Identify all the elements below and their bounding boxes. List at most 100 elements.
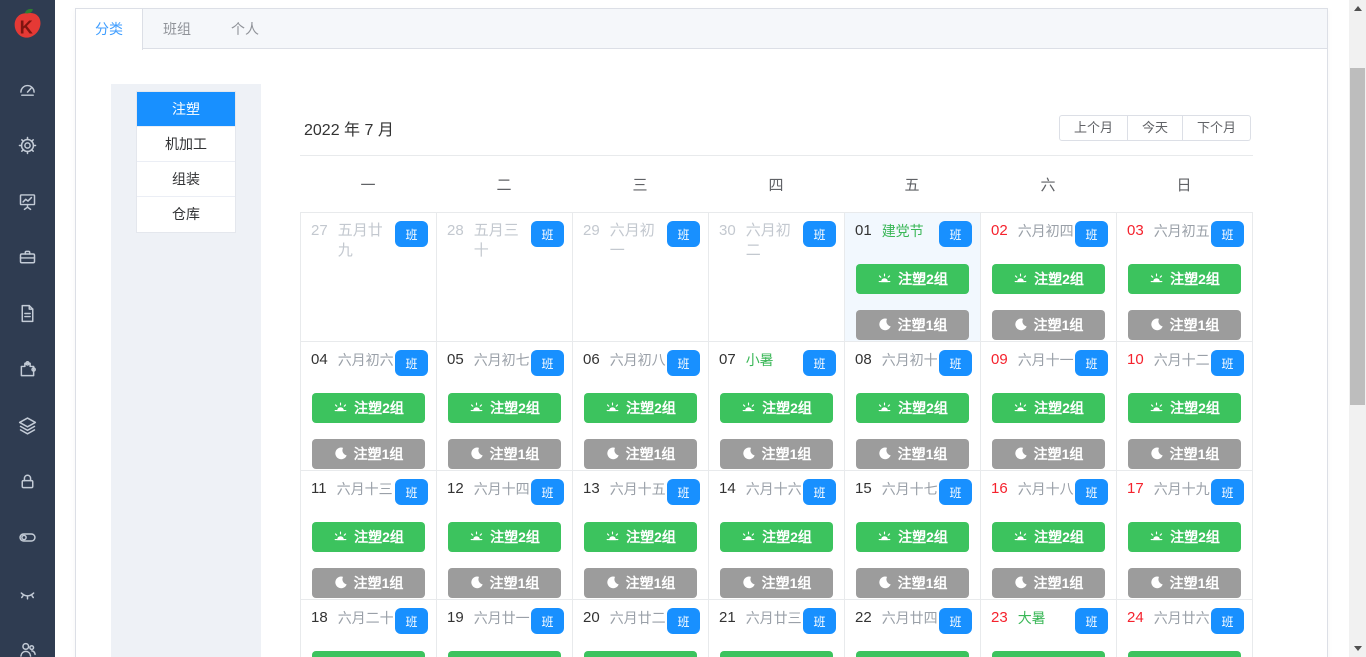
workday-badge[interactable]: 班: [531, 350, 564, 376]
day-shift-button[interactable]: 注塑2组: [992, 522, 1105, 552]
night-shift-button[interactable]: 注塑1组: [856, 439, 969, 469]
calendar-cell[interactable]: 20六月廿二班注塑2组注塑1组: [573, 600, 709, 657]
workday-badge[interactable]: 班: [939, 221, 972, 247]
calendar-cell[interactable]: 17 六月十九班注塑2组 注塑1组: [1117, 471, 1253, 600]
prev-month-button[interactable]: 上个月: [1058, 115, 1128, 141]
night-shift-button[interactable]: 注塑1组: [720, 439, 833, 469]
day-shift-button[interactable]: 注塑2组: [312, 651, 425, 657]
calendar-cell[interactable]: 27 五月廿九班: [301, 213, 437, 342]
day-shift-button[interactable]: 注塑2组: [992, 264, 1105, 294]
day-shift-button[interactable]: 注塑2组: [584, 522, 697, 552]
monitor-chart-icon[interactable]: [0, 173, 55, 229]
workday-badge[interactable]: 班: [1075, 350, 1108, 376]
workday-badge[interactable]: 班: [395, 608, 428, 634]
workday-badge[interactable]: 班: [803, 479, 836, 505]
workday-badge[interactable]: 班: [1211, 221, 1244, 247]
night-shift-button[interactable]: 注塑1组: [448, 568, 561, 598]
today-button[interactable]: 今天: [1127, 115, 1183, 141]
night-shift-button[interactable]: 注塑1组: [1128, 439, 1241, 469]
day-shift-button[interactable]: 注塑2组: [1128, 522, 1241, 552]
day-shift-button[interactable]: 注塑2组: [448, 393, 561, 423]
workday-badge[interactable]: 班: [1211, 608, 1244, 634]
night-shift-button[interactable]: 注塑1组: [584, 568, 697, 598]
night-shift-button[interactable]: 注塑1组: [856, 568, 969, 598]
category-item[interactable]: 组装: [137, 162, 235, 197]
workday-badge[interactable]: 班: [1211, 350, 1244, 376]
night-shift-button[interactable]: 注塑1组: [720, 568, 833, 598]
calendar-cell[interactable]: 22六月廿四班注塑2组注塑1组: [845, 600, 981, 657]
workday-badge[interactable]: 班: [939, 608, 972, 634]
calendar-cell[interactable]: 24六月廿六班注塑2组注塑1组: [1117, 600, 1253, 657]
day-shift-button[interactable]: 注塑2组: [856, 264, 969, 294]
night-shift-button[interactable]: 注塑1组: [312, 439, 425, 469]
calendar-cell[interactable]: 03 六月初五班注塑2组 注塑1组: [1117, 213, 1253, 342]
tab-2[interactable]: 个人: [211, 9, 279, 49]
layers-icon[interactable]: [0, 397, 55, 453]
workday-badge[interactable]: 班: [1211, 479, 1244, 505]
calendar-cell[interactable]: 09 六月十一班注塑2组 注塑1组: [981, 342, 1117, 471]
night-shift-button[interactable]: 注塑1组: [448, 439, 561, 469]
tab-0[interactable]: 分类: [75, 9, 143, 50]
scroll-up-arrow-icon[interactable]: [1349, 0, 1366, 17]
workday-badge[interactable]: 班: [1075, 221, 1108, 247]
night-shift-button[interactable]: 注塑1组: [992, 310, 1105, 340]
day-shift-button[interactable]: 注塑2组: [1128, 264, 1241, 294]
lock-icon[interactable]: [0, 453, 55, 509]
eye-closed-icon[interactable]: [0, 565, 55, 621]
night-shift-button[interactable]: 注塑1组: [992, 439, 1105, 469]
tab-1[interactable]: 班组: [143, 9, 211, 49]
workday-badge[interactable]: 班: [667, 479, 700, 505]
night-shift-button[interactable]: 注塑1组: [584, 439, 697, 469]
day-shift-button[interactable]: 注塑2组: [720, 522, 833, 552]
day-shift-button[interactable]: 注塑2组: [720, 393, 833, 423]
calendar-cell[interactable]: 28 五月三十班: [437, 213, 573, 342]
day-shift-button[interactable]: 注塑2组: [1128, 651, 1241, 657]
puzzle-icon[interactable]: [0, 341, 55, 397]
workday-badge[interactable]: 班: [803, 350, 836, 376]
next-month-button[interactable]: 下个月: [1182, 115, 1251, 141]
calendar-cell[interactable]: 04 六月初六班注塑2组 注塑1组: [301, 342, 437, 471]
workday-badge[interactable]: 班: [667, 221, 700, 247]
day-shift-button[interactable]: 注塑2组: [856, 651, 969, 657]
calendar-cell[interactable]: 19六月廿一班注塑2组注塑1组: [437, 600, 573, 657]
scroll-down-arrow-icon[interactable]: [1349, 640, 1366, 657]
calendar-cell[interactable]: 05 六月初七班注塑2组 注塑1组: [437, 342, 573, 471]
calendar-cell[interactable]: 11 六月十三班注塑2组 注塑1组: [301, 471, 437, 600]
users-icon[interactable]: [0, 621, 55, 657]
category-item[interactable]: 仓库: [137, 197, 235, 232]
calendar-cell[interactable]: 23大暑班注塑2组注塑1组: [981, 600, 1117, 657]
calendar-cell[interactable]: 29 六月初一班: [573, 213, 709, 342]
day-shift-button[interactable]: 注塑2组: [992, 651, 1105, 657]
briefcase-icon[interactable]: [0, 229, 55, 285]
workday-badge[interactable]: 班: [395, 221, 428, 247]
night-shift-button[interactable]: 注塑1组: [992, 568, 1105, 598]
day-shift-button[interactable]: 注塑2组: [448, 651, 561, 657]
calendar-cell[interactable]: 07 小暑 班注塑2组 注塑1组: [709, 342, 845, 471]
workday-badge[interactable]: 班: [667, 608, 700, 634]
window-scrollbar[interactable]: [1349, 0, 1366, 657]
workday-badge[interactable]: 班: [667, 350, 700, 376]
day-shift-button[interactable]: 注塑2组: [856, 393, 969, 423]
category-item[interactable]: 注塑: [137, 92, 235, 127]
day-shift-button[interactable]: 注塑2组: [720, 651, 833, 657]
dashboard-icon[interactable]: [0, 61, 55, 117]
day-shift-button[interactable]: 注塑2组: [1128, 393, 1241, 423]
workday-badge[interactable]: 班: [939, 350, 972, 376]
day-shift-button[interactable]: 注塑2组: [584, 393, 697, 423]
calendar-cell[interactable]: 01 建党节班注塑2组 注塑1组: [845, 213, 981, 342]
night-shift-button[interactable]: 注塑1组: [856, 310, 969, 340]
scrollbar-thumb[interactable]: [1350, 68, 1365, 405]
workday-badge[interactable]: 班: [395, 479, 428, 505]
workday-badge[interactable]: 班: [531, 479, 564, 505]
day-shift-button[interactable]: 注塑2组: [992, 393, 1105, 423]
night-shift-button[interactable]: 注塑1组: [1128, 568, 1241, 598]
calendar-cell[interactable]: 16 六月十八班注塑2组 注塑1组: [981, 471, 1117, 600]
day-shift-button[interactable]: 注塑2组: [312, 393, 425, 423]
calendar-cell[interactable]: 02 六月初四班注塑2组 注塑1组: [981, 213, 1117, 342]
workday-badge[interactable]: 班: [803, 608, 836, 634]
night-shift-button[interactable]: 注塑1组: [312, 568, 425, 598]
document-icon[interactable]: [0, 285, 55, 341]
workday-badge[interactable]: 班: [1075, 608, 1108, 634]
day-shift-button[interactable]: 注塑2组: [448, 522, 561, 552]
calendar-cell[interactable]: 18六月二十班注塑2组注塑1组: [301, 600, 437, 657]
